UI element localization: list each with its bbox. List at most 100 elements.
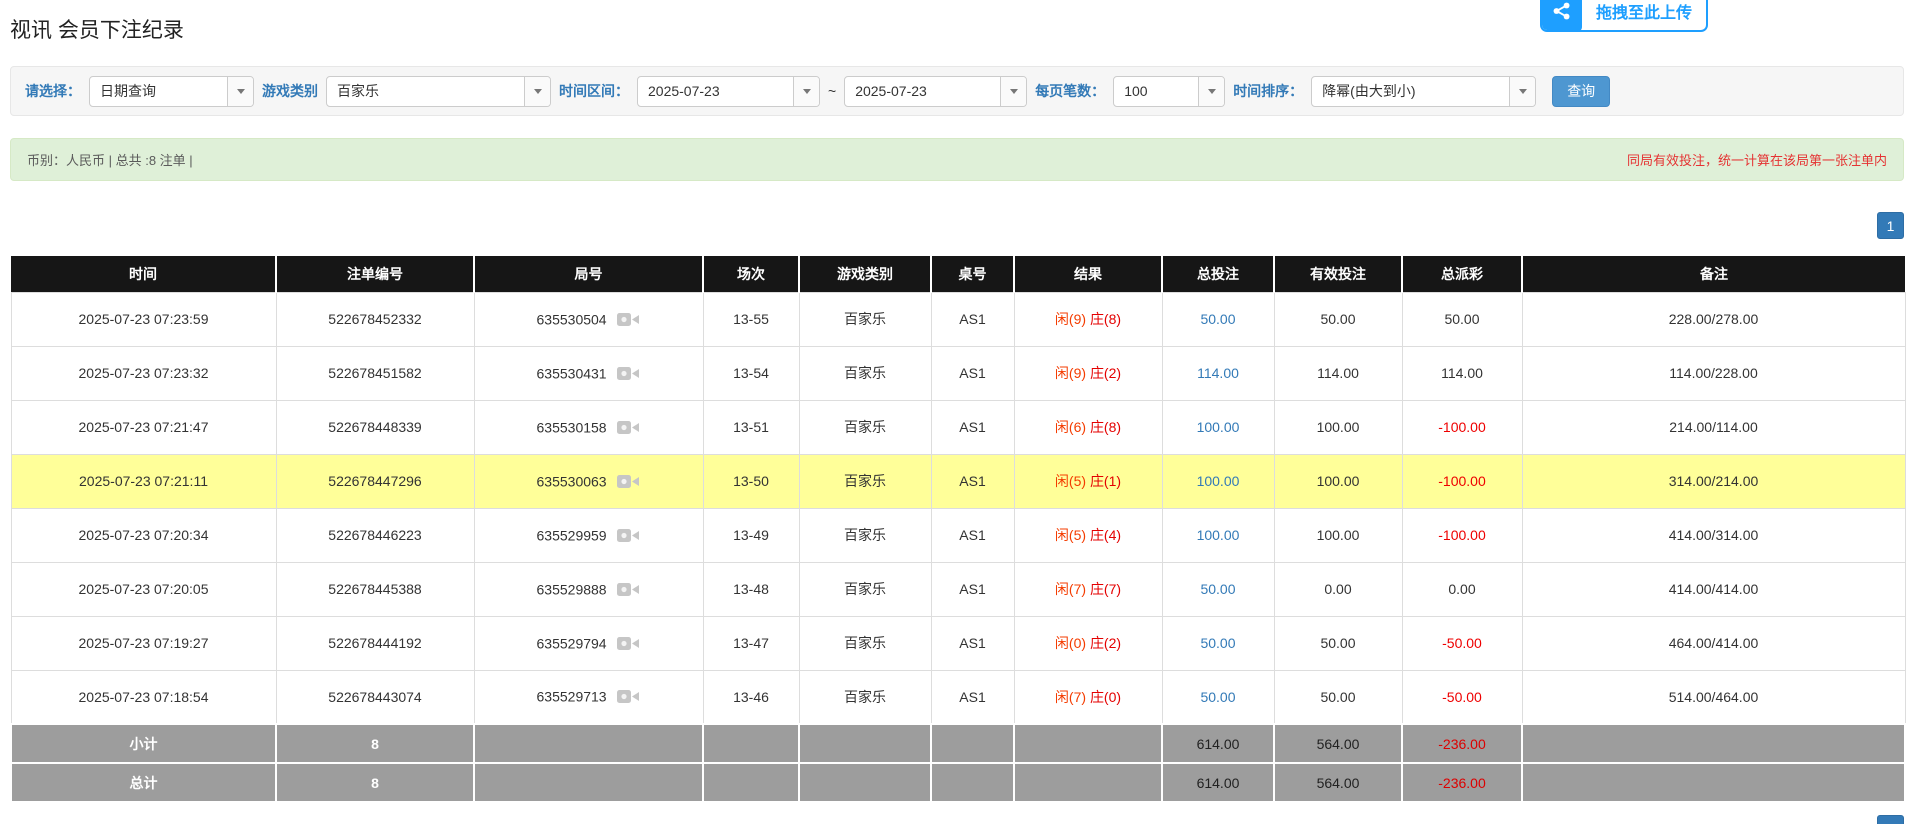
cell-remark: 214.00/114.00 [1522, 400, 1905, 454]
upload-dropzone[interactable]: 拖拽至此上传 [1540, 0, 1708, 32]
cell-game-type: 百家乐 [799, 670, 931, 724]
cell-result: 闲(9) 庄(8) [1014, 292, 1162, 346]
cell-total-bet: 50.00 [1162, 616, 1274, 670]
header-bet-id: 注单编号 [276, 256, 474, 292]
replay-video-icon[interactable] [616, 580, 640, 599]
result-banker: 庄(4) [1090, 527, 1121, 543]
cell-time: 2025-07-23 07:21:47 [11, 400, 276, 454]
table-row: 2025-07-23 07:23:32 522678451582 6355304… [11, 346, 1905, 400]
chevron-down-icon [1000, 77, 1026, 106]
cell-remark: 114.00/228.00 [1522, 346, 1905, 400]
cell-round: 635529794 [474, 616, 703, 670]
replay-video-icon[interactable] [616, 687, 640, 706]
date-to-value: 2025-07-23 [845, 83, 1000, 99]
cell-payout: 114.00 [1402, 346, 1522, 400]
pagination-top: 1 [10, 212, 1904, 239]
chevron-down-icon [1509, 77, 1535, 106]
game-type-select[interactable]: 百家乐 [326, 76, 551, 107]
header-remark: 备注 [1522, 256, 1905, 292]
page-size-label: 每页笔数： [1035, 81, 1105, 101]
cell-result: 闲(5) 庄(1) [1014, 454, 1162, 508]
replay-video-icon[interactable] [616, 634, 640, 653]
header-total-bet: 总投注 [1162, 256, 1274, 292]
cell-payout: -100.00 [1402, 508, 1522, 562]
cell-result: 闲(7) 庄(7) [1014, 562, 1162, 616]
total-bet-link[interactable]: 100.00 [1197, 527, 1240, 543]
cell-bet-id: 522678444192 [276, 616, 474, 670]
page: 视讯 会员下注纪录 拖拽至此上传 请选择： 日期查询 游戏类别 百家乐 时间区间… [0, 0, 1914, 824]
cell-total-bet: 50.00 [1162, 562, 1274, 616]
cell-result: 闲(0) 庄(2) [1014, 616, 1162, 670]
cell-valid-bet: 50.00 [1274, 670, 1402, 724]
table-row: 2025-07-23 07:21:11 522678447296 6355300… [11, 454, 1905, 508]
chevron-down-icon [793, 77, 819, 106]
cell-table-no: AS1 [931, 400, 1014, 454]
result-banker: 庄(8) [1090, 311, 1121, 327]
total-valid-bet: 564.00 [1274, 763, 1402, 802]
result-banker: 庄(7) [1090, 581, 1121, 597]
sort-order-value: 降幂(由大到小) [1312, 81, 1509, 101]
cell-time: 2025-07-23 07:19:27 [11, 616, 276, 670]
query-type-label: 请选择： [25, 81, 81, 101]
cell-game-type: 百家乐 [799, 292, 931, 346]
cell-round: 635529959 [474, 508, 703, 562]
chevron-down-icon [227, 77, 253, 106]
replay-video-icon[interactable] [616, 418, 640, 437]
result-player: 闲(6) [1055, 419, 1086, 435]
round-number: 635529888 [537, 581, 607, 597]
total-bet-link[interactable]: 100.00 [1197, 473, 1240, 489]
cell-result: 闲(6) 庄(8) [1014, 400, 1162, 454]
date-to-select[interactable]: 2025-07-23 [844, 76, 1027, 107]
pagination-bottom: 1 [10, 815, 1904, 824]
cell-session: 13-51 [703, 400, 799, 454]
round-number: 635529959 [537, 527, 607, 543]
query-type-value: 日期查询 [90, 81, 227, 101]
cell-session: 13-46 [703, 670, 799, 724]
cell-round: 635529713 [474, 670, 703, 724]
total-bet-link[interactable]: 50.00 [1200, 635, 1235, 651]
result-player: 闲(7) [1055, 581, 1086, 597]
cell-payout: 0.00 [1402, 562, 1522, 616]
query-type-select[interactable]: 日期查询 [89, 76, 254, 107]
total-bet-link[interactable]: 50.00 [1200, 581, 1235, 597]
header-round: 局号 [474, 256, 703, 292]
cell-table-no: AS1 [931, 562, 1014, 616]
search-button[interactable]: 查询 [1552, 76, 1610, 107]
table-row: 2025-07-23 07:23:59 522678452332 6355305… [11, 292, 1905, 346]
cell-session: 13-54 [703, 346, 799, 400]
cell-game-type: 百家乐 [799, 562, 931, 616]
page-size-select[interactable]: 100 [1113, 76, 1225, 107]
total-bet-link[interactable]: 114.00 [1197, 365, 1239, 381]
cell-session: 13-55 [703, 292, 799, 346]
cell-time: 2025-07-23 07:20:05 [11, 562, 276, 616]
replay-video-icon[interactable] [616, 364, 640, 383]
total-bet-link[interactable]: 50.00 [1200, 311, 1235, 327]
page-size-value: 100 [1114, 83, 1198, 99]
cell-payout: -50.00 [1402, 670, 1522, 724]
sort-order-label: 时间排序： [1233, 81, 1303, 101]
cell-time: 2025-07-23 07:23:59 [11, 292, 276, 346]
range-separator: ~ [828, 83, 836, 99]
total-label: 总计 [11, 763, 276, 802]
cell-payout: 50.00 [1402, 292, 1522, 346]
total-bet-link[interactable]: 50.00 [1200, 689, 1235, 705]
cell-valid-bet: 0.00 [1274, 562, 1402, 616]
cell-round: 635530504 [474, 292, 703, 346]
replay-video-icon[interactable] [616, 472, 640, 491]
replay-video-icon[interactable] [616, 310, 640, 329]
cell-game-type: 百家乐 [799, 346, 931, 400]
page-1-button[interactable]: 1 [1877, 815, 1904, 824]
date-from-select[interactable]: 2025-07-23 [637, 76, 820, 107]
sort-order-select[interactable]: 降幂(由大到小) [1311, 76, 1536, 107]
cell-total-bet: 114.00 [1162, 346, 1274, 400]
total-payout: -236.00 [1402, 763, 1522, 802]
cell-total-bet: 50.00 [1162, 670, 1274, 724]
replay-video-icon[interactable] [616, 526, 640, 545]
result-player: 闲(9) [1055, 365, 1086, 381]
total-bet-link[interactable]: 100.00 [1197, 419, 1240, 435]
date-from-value: 2025-07-23 [638, 83, 793, 99]
cell-remark: 464.00/414.00 [1522, 616, 1905, 670]
cell-time: 2025-07-23 07:23:32 [11, 346, 276, 400]
result-player: 闲(9) [1055, 311, 1086, 327]
page-1-button[interactable]: 1 [1877, 212, 1904, 239]
